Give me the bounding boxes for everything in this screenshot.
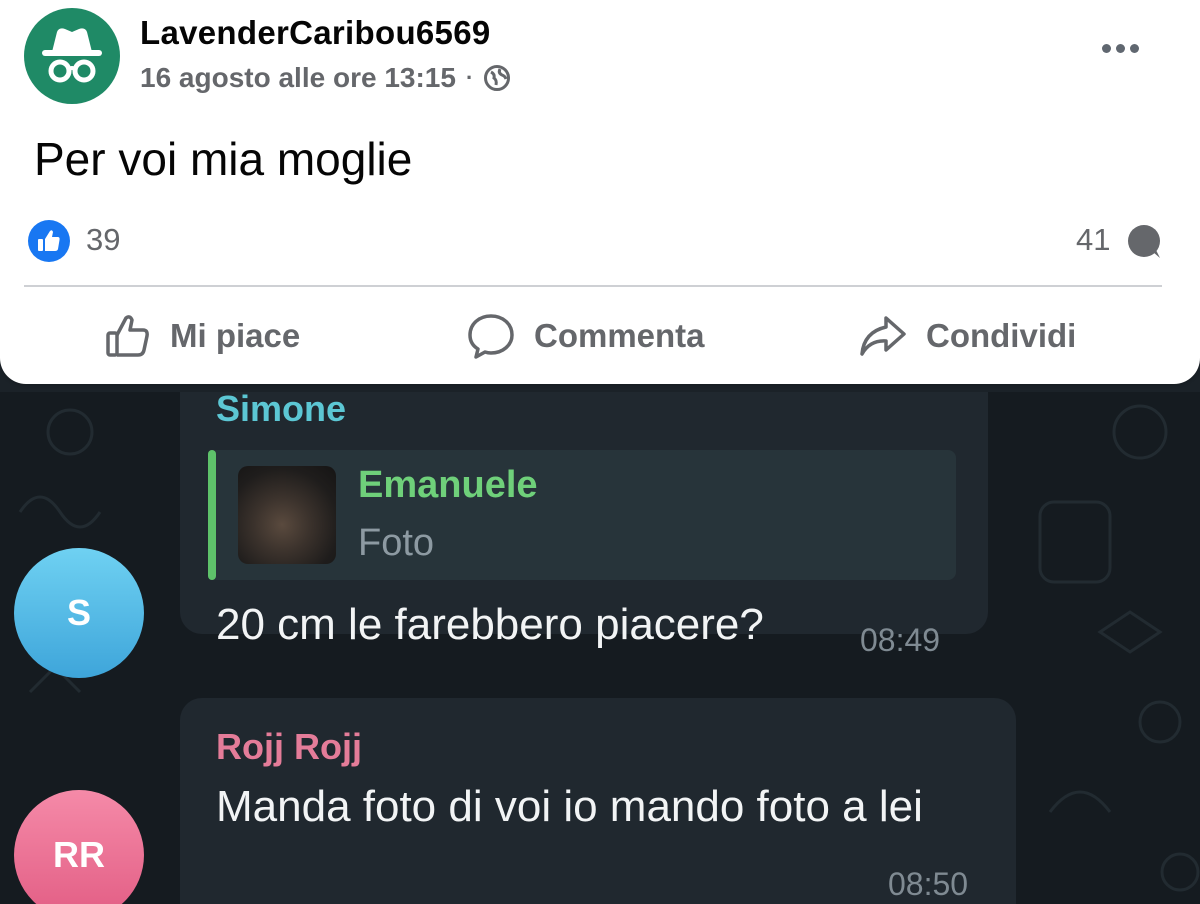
avatar-initials: S	[66, 592, 91, 633]
comment-outline-icon	[468, 314, 514, 359]
message-time: 08:50	[888, 866, 969, 902]
facebook-post-card: LavenderCaribou6569 16 agosto alle ore 1…	[0, 0, 1200, 384]
comment-count[interactable]: 41	[1076, 222, 1110, 258]
post-timestamp[interactable]: 16 agosto alle ore 13:15	[140, 62, 456, 94]
post-text: Per voi mia moglie	[34, 133, 413, 185]
post-author-name[interactable]: LavenderCaribou6569	[140, 14, 491, 52]
comment-button-label: Commenta	[534, 317, 705, 354]
reply-photo-thumbnail	[238, 466, 336, 564]
reply-quote[interactable]: Emanuele Foto	[208, 450, 956, 580]
thumbs-up-icon[interactable]	[28, 220, 70, 262]
globe-icon	[483, 64, 511, 92]
share-button[interactable]: Condividi	[858, 304, 1076, 368]
message-sender[interactable]: Simone	[216, 392, 346, 430]
thumbs-up-outline-icon	[106, 315, 149, 357]
share-arrow-icon	[860, 316, 906, 356]
avatar-initials: RR	[53, 834, 105, 875]
post-divider	[24, 285, 1162, 287]
avatar[interactable]: S	[14, 548, 144, 678]
comment-button[interactable]: Commenta	[466, 304, 705, 368]
like-count[interactable]: 39	[86, 222, 120, 258]
more-dots-icon[interactable]	[1094, 28, 1146, 68]
like-button-label: Mi piace	[170, 317, 301, 354]
message-text: 20 cm le farebbero piacere?	[216, 600, 764, 649]
post-meta: 16 agosto alle ore 13:15 ·	[140, 62, 511, 94]
message-text: Manda foto di voi io mando foto a lei	[216, 782, 923, 831]
meta-separator: ·	[465, 65, 474, 90]
reply-type: Foto	[358, 522, 435, 564]
comment-bubble-icon[interactable]	[1124, 222, 1164, 262]
message-sender[interactable]: Rojj Rojj	[216, 726, 362, 768]
chat-screenshot: Simone Emanuele Foto 20 cm le farebbero …	[0, 392, 1200, 904]
incognito-icon[interactable]	[24, 8, 120, 104]
message-time: 08:49	[860, 622, 941, 658]
share-button-label: Condividi	[926, 317, 1077, 354]
reply-sender: Emanuele	[358, 464, 538, 506]
reply-accent-bar	[208, 450, 216, 580]
like-button[interactable]: Mi piace	[104, 304, 300, 368]
